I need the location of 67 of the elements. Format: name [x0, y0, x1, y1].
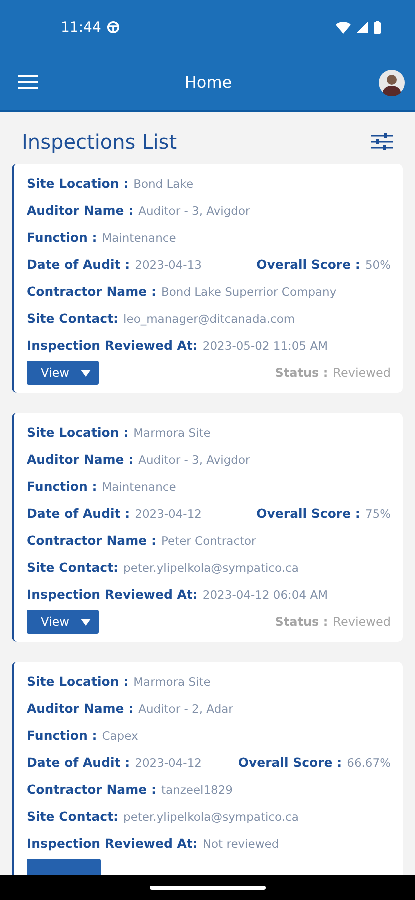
field-value: 75% [365, 507, 391, 521]
field-value: Maintenance [102, 231, 176, 245]
field-label: Date of Audit : [27, 755, 130, 770]
field-label: Inspection Reviewed At: [27, 338, 198, 353]
signal-icon [357, 22, 368, 33]
field-label: Date of Audit : [27, 506, 130, 521]
field-label: Inspection Reviewed At: [27, 836, 198, 851]
caret-icon [81, 370, 92, 376]
field-label: Auditor Name : [27, 203, 134, 218]
field-label: Overall Score : [256, 506, 360, 521]
field-label: Site Contact: [27, 560, 119, 575]
field-value: peter.ylipelkola@sympatico.ca [124, 810, 299, 824]
field-label: Function : [27, 479, 98, 494]
field-label: Site Location : [27, 425, 129, 440]
field-value: Capex [102, 729, 138, 743]
field-value: Not reviewed [202, 837, 280, 851]
status-value: Reviewed [333, 366, 391, 380]
avatar[interactable] [379, 70, 405, 96]
field-label: Overall Score : [238, 755, 342, 770]
field-value: Marmora Site [134, 675, 211, 689]
field-label: Site Location : [27, 176, 129, 191]
view-button[interactable]: View [27, 610, 100, 634]
field-value: tanzeel1829 [161, 783, 233, 797]
field-value: Auditor - 3, Avigdor [138, 453, 250, 467]
view-button[interactable]: View [27, 361, 100, 385]
home-indicator[interactable] [150, 886, 266, 890]
page-heading: Inspections List [22, 130, 178, 154]
field-value: 2023-05-02 11:05 AM [202, 339, 328, 353]
field-label: Contractor Name : [27, 284, 156, 299]
wifi-icon [336, 22, 351, 34]
field-value: 50% [365, 258, 391, 272]
field-label: Contractor Name : [27, 533, 156, 548]
field-label: Auditor Name : [27, 452, 134, 467]
status-time: 11:44 [61, 20, 102, 36]
field-label: Overall Score : [256, 257, 360, 272]
caret-icon [81, 618, 92, 626]
field-value: 2023-04-12 [135, 507, 202, 521]
status-value: Reviewed [333, 615, 391, 629]
filter-icon[interactable] [371, 132, 393, 152]
field-value: Bond Lake Superrior Company [161, 285, 337, 299]
field-label: Function : [27, 728, 98, 743]
field-value: Marmora Site [134, 426, 211, 440]
field-value: Auditor - 3, Avigdor [138, 204, 250, 218]
status-label: Status : [275, 366, 328, 380]
app-title: Home [184, 73, 234, 92]
field-label: Inspection Reviewed At: [27, 587, 198, 602]
field-value: 2023-04-13 [135, 258, 202, 272]
field-label: Auditor Name : [27, 701, 134, 716]
field-value: 2023-04-12 [135, 756, 202, 770]
field-value: Peter Contractor [161, 534, 256, 548]
field-value: 2023-04-12 06:04 AM [202, 588, 328, 602]
field-label: Contractor Name : [27, 782, 156, 797]
field-label: Function : [27, 230, 98, 245]
menu-icon[interactable] [18, 75, 38, 90]
battery-icon [374, 21, 381, 34]
status-label: Status : [275, 615, 328, 629]
field-value: peter.ylipelkola@sympatico.ca [124, 561, 299, 575]
field-label: Site Location : [27, 674, 129, 689]
field-value: 66.67% [347, 756, 391, 770]
field-label: Site Contact: [27, 311, 119, 326]
field-value: Bond Lake [134, 177, 194, 191]
field-value: Auditor - 2, Adar [138, 702, 234, 716]
field-value: Maintenance [102, 480, 176, 494]
steering-wheel-icon [107, 21, 120, 34]
field-label: Date of Audit : [27, 257, 130, 272]
field-label: Site Contact: [27, 809, 119, 824]
field-value: leo_manager@ditcanada.com [124, 312, 296, 326]
